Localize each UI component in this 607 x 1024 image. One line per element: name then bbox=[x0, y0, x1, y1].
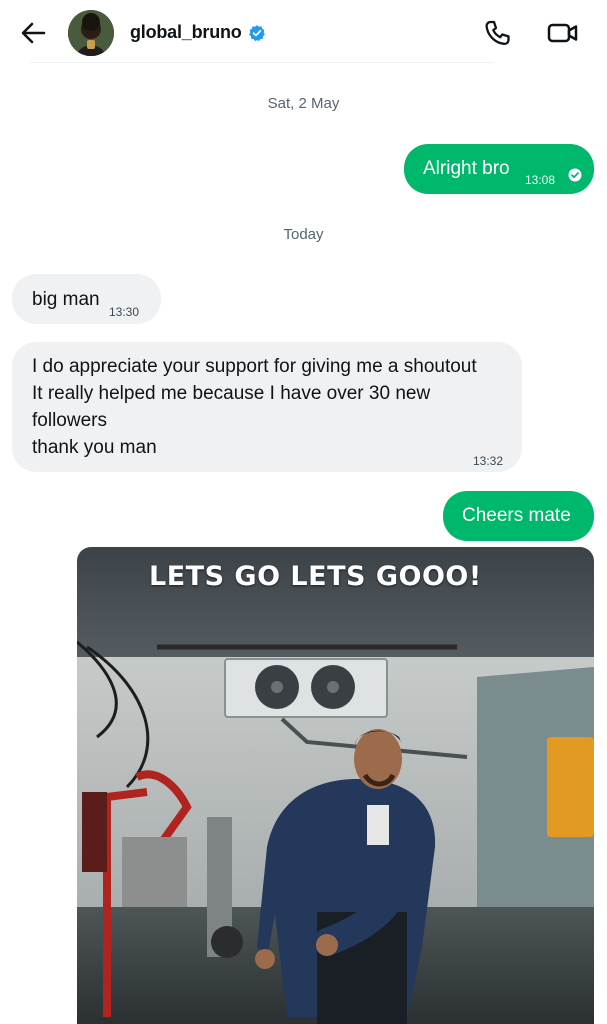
gif-caption: LETS GO LETS GOOO! bbox=[149, 561, 482, 592]
gif-image bbox=[77, 547, 594, 1024]
message-bubble-incoming[interactable]: I do appreciate your support for giving … bbox=[12, 342, 522, 472]
username: global_bruno bbox=[130, 22, 242, 42]
message-text-line: It really helped me because I have over … bbox=[32, 383, 431, 404]
message-text: big man bbox=[32, 289, 100, 310]
date-separator: Sat, 2 May bbox=[267, 95, 340, 112]
avatar[interactable] bbox=[68, 10, 114, 56]
message-bubble-outgoing[interactable]: Alright bro 13:08 bbox=[404, 144, 594, 194]
back-button[interactable] bbox=[18, 18, 48, 48]
message-time: 13:32 bbox=[473, 454, 504, 468]
read-receipt-icon bbox=[568, 168, 582, 182]
message-time: 13:08 bbox=[525, 173, 556, 187]
video-call-button[interactable] bbox=[546, 18, 580, 48]
message-bubble-incoming[interactable]: big man 13:30 bbox=[12, 274, 161, 324]
header-divider bbox=[30, 62, 494, 63]
arrow-left-icon bbox=[21, 22, 46, 44]
chat-header: global_bruno bbox=[0, 0, 607, 66]
message-text-line: thank you man bbox=[32, 437, 157, 458]
gif-message[interactable]: LETS GO LETS GOOO! bbox=[77, 547, 594, 1024]
phone-icon bbox=[485, 20, 510, 46]
verified-badge-icon bbox=[248, 24, 265, 41]
message-bubble-outgoing[interactable]: Cheers mate bbox=[443, 491, 594, 541]
message-text: Cheers mate bbox=[462, 505, 571, 526]
call-button[interactable] bbox=[482, 18, 512, 48]
contact-name-row[interactable]: global_bruno bbox=[130, 22, 266, 43]
date-separator: Today bbox=[283, 226, 324, 243]
message-text: Alright bro bbox=[423, 158, 510, 179]
message-time: 13:30 bbox=[109, 305, 140, 319]
message-text-line: I do appreciate your support for giving … bbox=[32, 356, 477, 377]
video-camera-icon bbox=[547, 23, 578, 43]
message-text-line: followers bbox=[32, 410, 107, 431]
